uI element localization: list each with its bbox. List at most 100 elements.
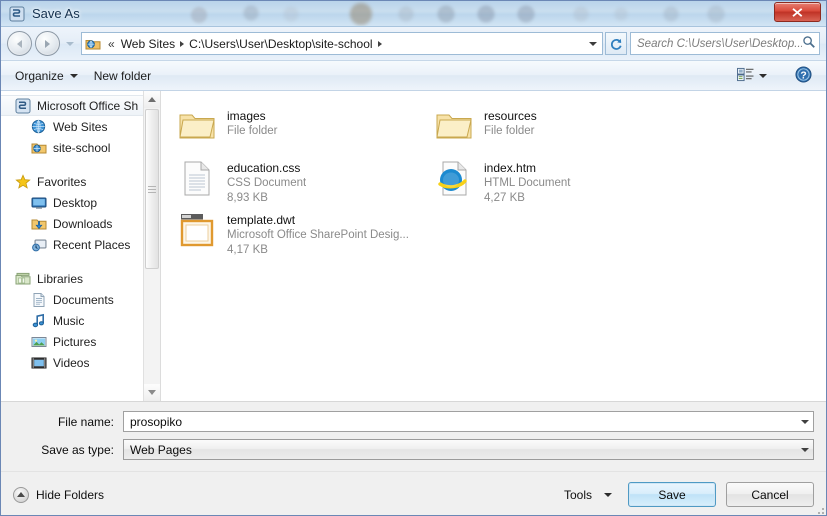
sidebar-group-office-label: Microsoft Office Sh bbox=[37, 98, 139, 113]
file-item[interactable]: resources File folder bbox=[432, 103, 689, 155]
aero-glass-blur bbox=[181, 1, 826, 26]
file-type: HTML Document bbox=[484, 177, 571, 189]
music-icon bbox=[31, 313, 47, 329]
sidebar-item-desktop-label: Desktop bbox=[53, 195, 98, 210]
libraries-icon bbox=[15, 271, 31, 287]
star-icon bbox=[15, 173, 31, 190]
change-view-button[interactable] bbox=[733, 64, 771, 88]
scroll-up-button[interactable] bbox=[144, 91, 160, 108]
navigation-pane-scroll: Microsoft Office Sh Web Sites site-schoo… bbox=[1, 91, 143, 401]
close-button[interactable] bbox=[774, 2, 821, 22]
back-button[interactable] bbox=[7, 31, 32, 56]
search-box[interactable]: Search C:\Users\User\Desktop... bbox=[630, 32, 820, 55]
organize-label: Organize bbox=[15, 68, 64, 83]
footer-actions: Tools Save Cancel bbox=[558, 482, 814, 507]
dwt-template-icon bbox=[177, 210, 217, 250]
navigation-pane-scrollbar[interactable] bbox=[143, 91, 160, 401]
file-grid: images File folder resources File folder bbox=[175, 103, 826, 259]
new-folder-button[interactable]: New folder bbox=[86, 65, 159, 87]
breadcrumb-overflow[interactable]: « bbox=[105, 37, 118, 51]
sidebar-item-documents[interactable]: Documents bbox=[1, 289, 143, 310]
sidebar-group-favorites[interactable]: Favorites bbox=[1, 171, 143, 192]
file-list-view[interactable]: images File folder resources File folder bbox=[161, 91, 826, 401]
sidebar-group-office[interactable]: Microsoft Office Sh bbox=[1, 95, 143, 116]
sidebar-item-documents-label: Documents bbox=[53, 292, 114, 307]
recent-pages-button[interactable] bbox=[64, 41, 76, 46]
save-label: Save bbox=[658, 487, 686, 502]
search-input[interactable]: Search C:\Users\User\Desktop... bbox=[637, 38, 802, 50]
chevron-down-icon bbox=[800, 447, 809, 452]
view-list-icon bbox=[737, 67, 754, 85]
sidebar-item-web-sites[interactable]: Web Sites bbox=[1, 116, 143, 137]
css-file-icon bbox=[177, 158, 217, 198]
sidebar-item-recent-places[interactable]: Recent Places bbox=[1, 234, 143, 255]
save-as-type-value[interactable]: Web Pages bbox=[124, 443, 796, 457]
cancel-button[interactable]: Cancel bbox=[726, 482, 814, 507]
sidebar-item-videos[interactable]: Videos bbox=[1, 352, 143, 373]
save-as-type-row: Save as type: Web Pages bbox=[13, 439, 814, 460]
file-size: 4,27 KB bbox=[484, 192, 525, 204]
sidebar-item-recent-places-label: Recent Places bbox=[53, 237, 131, 252]
pictures-icon bbox=[31, 334, 47, 350]
file-name-value[interactable]: prosopiko bbox=[124, 415, 796, 429]
file-item[interactable]: images File folder bbox=[175, 103, 432, 155]
sidebar-item-videos-label: Videos bbox=[53, 355, 90, 370]
sidebar-item-downloads[interactable]: Downloads bbox=[1, 213, 143, 234]
chevron-down-icon bbox=[800, 419, 809, 424]
search-icon bbox=[802, 35, 816, 52]
toolbar-right-group: ? bbox=[733, 63, 820, 89]
hide-folders-label: Hide Folders bbox=[36, 487, 105, 502]
sidebar-group-libraries[interactable]: Libraries bbox=[1, 268, 143, 289]
file-item[interactable]: education.css CSS Document 8,93 KB bbox=[175, 155, 432, 207]
refresh-button[interactable] bbox=[605, 32, 627, 55]
breadcrumb: « Web Sites C:\Users\User\Desktop\site-s… bbox=[105, 36, 585, 52]
file-name: index.htm bbox=[484, 161, 537, 175]
sidebar-item-desktop[interactable]: Desktop bbox=[1, 192, 143, 213]
file-name-dropdown-button[interactable] bbox=[796, 412, 813, 431]
file-type: File folder bbox=[484, 125, 535, 137]
scrollbar-thumb[interactable] bbox=[145, 109, 159, 269]
address-bar[interactable]: « Web Sites C:\Users\User\Desktop\site-s… bbox=[81, 32, 603, 55]
file-name-input[interactable]: prosopiko bbox=[123, 411, 814, 432]
organize-button[interactable]: Organize bbox=[7, 65, 86, 87]
hide-folders-button[interactable]: Hide Folders bbox=[13, 486, 105, 503]
file-size: 4,17 KB bbox=[227, 244, 268, 256]
chevron-down-icon bbox=[588, 41, 597, 46]
breadcrumb-item-websites[interactable]: Web Sites bbox=[118, 36, 178, 52]
file-type: Microsoft Office SharePoint Desig... bbox=[227, 229, 409, 241]
breadcrumb-item-path[interactable]: C:\Users\User\Desktop\site-school bbox=[186, 36, 375, 52]
file-item[interactable]: index.htm HTML Document 4,27 KB bbox=[432, 155, 689, 207]
save-button[interactable]: Save bbox=[628, 482, 716, 507]
dialog-body: Microsoft Office Sh Web Sites site-schoo… bbox=[1, 91, 826, 401]
scroll-down-button[interactable] bbox=[144, 384, 160, 401]
file-name-row: File name: prosopiko bbox=[13, 411, 814, 432]
tools-button[interactable]: Tools bbox=[558, 483, 618, 507]
save-as-type-dropdown-button[interactable] bbox=[796, 440, 813, 459]
file-item-text: resources File folder bbox=[484, 106, 537, 139]
help-icon: ? bbox=[795, 65, 812, 86]
file-item[interactable]: template.dwt Microsoft Office SharePoint… bbox=[175, 207, 432, 259]
collapse-icon bbox=[13, 486, 29, 503]
tools-label: Tools bbox=[563, 487, 592, 502]
forward-button[interactable] bbox=[35, 31, 60, 56]
sidebar-item-site-school-label: site-school bbox=[53, 140, 111, 155]
resize-grip[interactable] bbox=[812, 502, 824, 514]
chevron-right-icon[interactable] bbox=[180, 40, 185, 47]
save-as-type-select[interactable]: Web Pages bbox=[123, 439, 814, 460]
address-dropdown-button[interactable] bbox=[585, 41, 600, 46]
save-as-type-control: Web Pages bbox=[123, 439, 814, 460]
sidebar-item-web-sites-label: Web Sites bbox=[53, 119, 108, 134]
chevron-right-icon[interactable] bbox=[377, 40, 382, 47]
file-name: resources bbox=[484, 109, 537, 123]
videos-icon bbox=[31, 355, 47, 371]
file-size: 8,93 KB bbox=[227, 192, 268, 204]
triangle-up-icon bbox=[17, 492, 25, 497]
sidebar-item-pictures[interactable]: Pictures bbox=[1, 331, 143, 352]
help-button[interactable]: ? bbox=[791, 63, 816, 89]
sidebar-item-downloads-label: Downloads bbox=[53, 216, 113, 231]
sidebar-item-music[interactable]: Music bbox=[1, 310, 143, 331]
cancel-label: Cancel bbox=[751, 487, 789, 502]
sidebar-item-site-school[interactable]: site-school bbox=[1, 137, 143, 158]
